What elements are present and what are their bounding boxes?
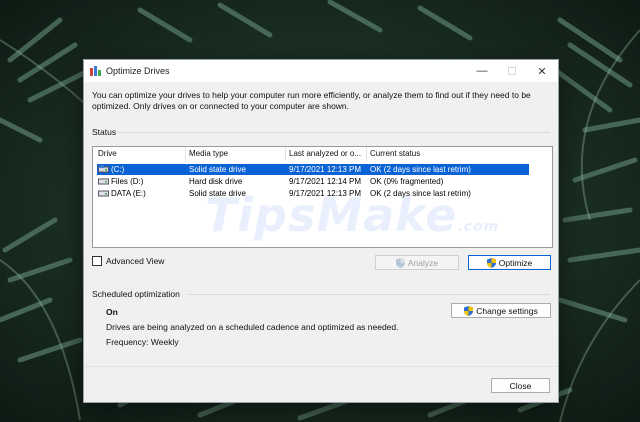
last-analyzed: 9/17/2021 12:13 PM [289, 165, 362, 174]
drive-row-e[interactable]: DATA (E:) Solid state drive 9/17/2021 12… [97, 188, 529, 199]
current-status: OK (0% fragmented) [370, 177, 444, 186]
advanced-view-checkbox[interactable] [92, 256, 102, 266]
analyze-label: Analyze [407, 257, 439, 268]
column-divider[interactable] [366, 147, 367, 161]
current-status: OK (2 days since last retrim) [370, 189, 471, 198]
uac-shield-icon [395, 257, 405, 268]
description-text: You can optimize your drives to help you… [92, 90, 531, 111]
status-label: Status [92, 127, 117, 137]
uac-shield-icon [464, 305, 474, 316]
ssd-drive-icon [98, 190, 109, 197]
scheduled-optimization-label: Scheduled optimization [92, 289, 180, 299]
drive-name: DATA (E:) [111, 189, 146, 198]
schedule-frequency: Frequency: Weekly [106, 337, 179, 347]
drives-list-header: Drive Media type Last analyzed or o... C… [93, 147, 552, 161]
last-analyzed: 9/17/2021 12:14 PM [289, 177, 362, 186]
media-type: Solid state drive [189, 165, 246, 174]
optimize-button[interactable]: Optimize [468, 255, 551, 270]
minimize-button[interactable]: — [468, 60, 496, 82]
schedule-state: On [106, 307, 118, 317]
column-divider[interactable] [185, 147, 186, 161]
schedule-description: Drives are being analyzed on a scheduled… [106, 322, 399, 332]
scheduled-separator [188, 294, 550, 295]
column-drive[interactable]: Drive [98, 149, 117, 158]
advanced-view-label[interactable]: Advanced View [106, 256, 164, 266]
dialog-footer [84, 366, 558, 402]
column-last-analyzed[interactable]: Last analyzed or o... [289, 149, 361, 158]
column-current-status[interactable]: Current status [370, 149, 420, 158]
close-window-button[interactable]: ✕ [528, 60, 556, 82]
change-settings-button[interactable]: Change settings [451, 303, 551, 318]
drive-name: Files (D:) [111, 177, 144, 186]
media-type: Hard disk drive [189, 177, 243, 186]
media-type: Solid state drive [189, 189, 246, 198]
column-divider[interactable] [285, 147, 286, 161]
maximize-button[interactable]: ☐ [498, 60, 526, 82]
last-analyzed: 9/17/2021 12:13 PM [289, 189, 362, 198]
column-media-type[interactable]: Media type [189, 149, 228, 158]
optimize-label: Optimize [498, 257, 533, 268]
current-status: OK (2 days since last retrim) [370, 165, 471, 174]
drive-name: (C:) [111, 165, 125, 174]
title-bar[interactable]: Optimize Drives — ☐ ✕ [84, 60, 558, 82]
close-button[interactable]: Close [491, 378, 550, 393]
drive-row-d[interactable]: Files (D:) Hard disk drive 9/17/2021 12:… [97, 176, 529, 187]
status-separator [118, 132, 550, 133]
hard-disk-icon [98, 178, 109, 185]
ssd-drive-icon [98, 165, 109, 173]
window-title: Optimize Drives [106, 66, 170, 76]
uac-shield-icon [486, 257, 496, 268]
defrag-app-icon [90, 66, 101, 76]
analyze-button[interactable]: Analyze [375, 255, 459, 270]
optimize-drives-dialog: Optimize Drives — ☐ ✕ You can optimize y… [83, 59, 559, 403]
drives-list[interactable]: Drive Media type Last analyzed or o... C… [92, 146, 553, 248]
drive-row-c[interactable]: (C:) Solid state drive 9/17/2021 12:13 P… [97, 164, 529, 175]
close-label: Close [509, 380, 532, 391]
change-settings-label: Change settings [476, 305, 538, 316]
